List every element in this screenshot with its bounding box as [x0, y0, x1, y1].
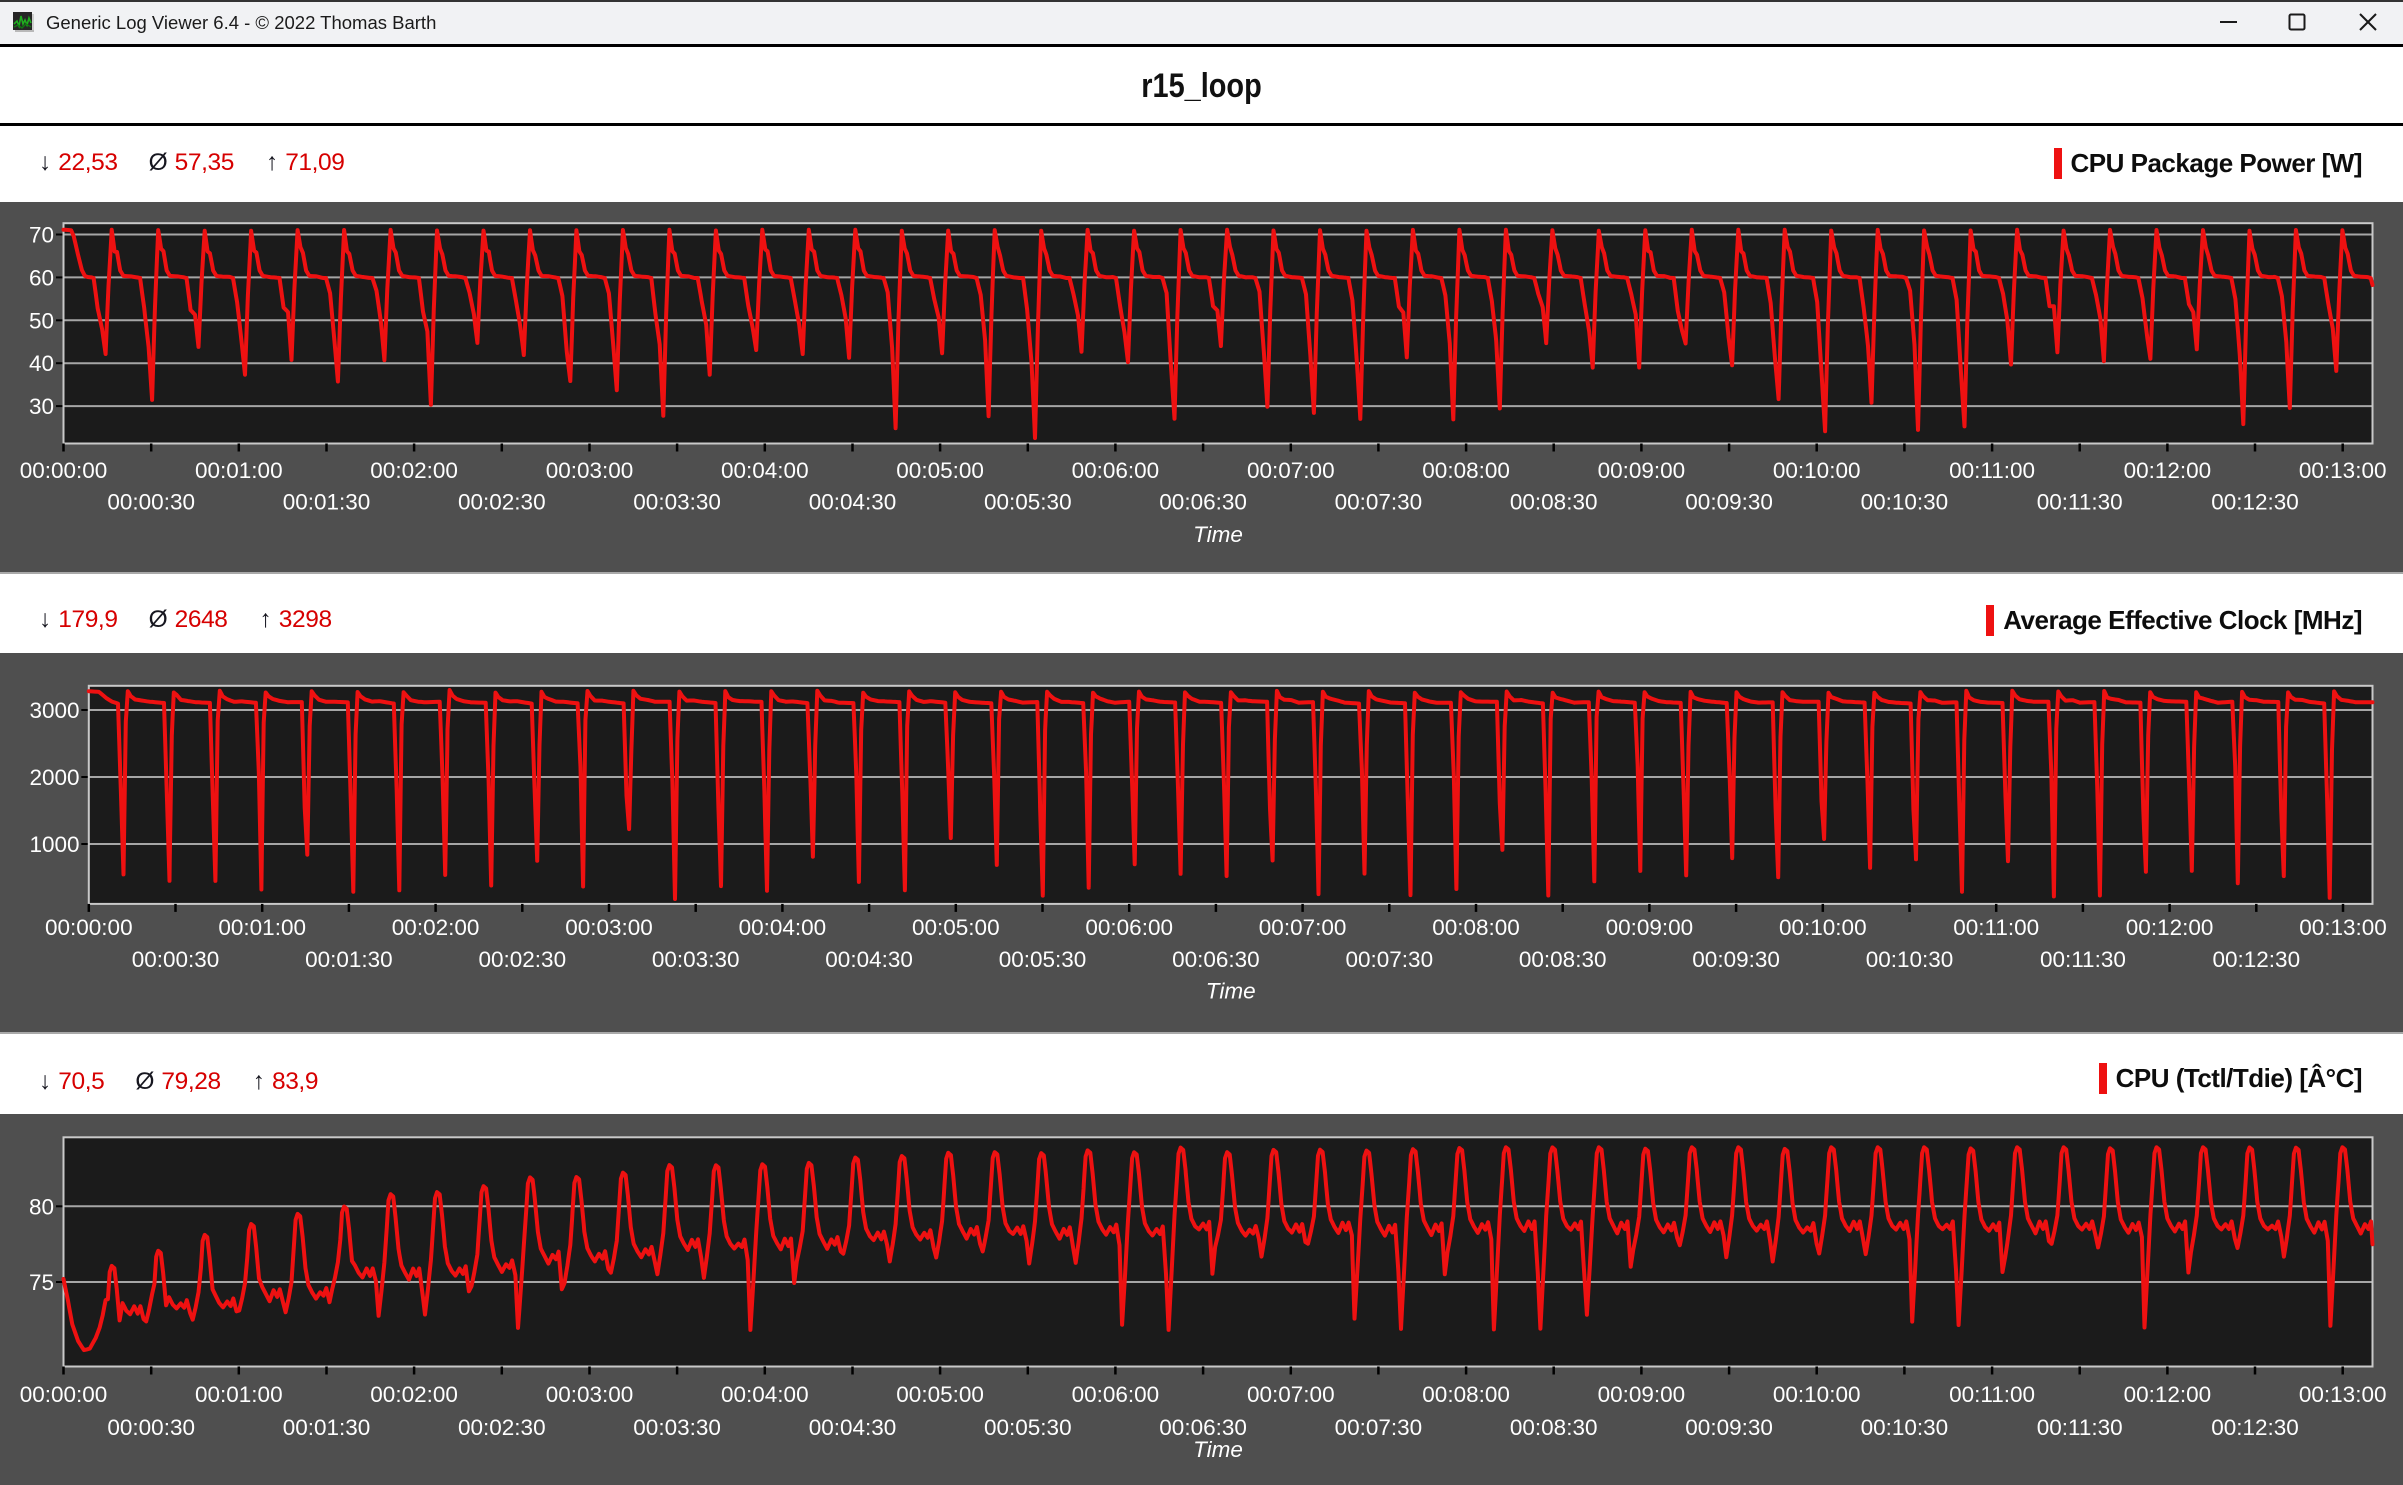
svg-text:00:07:30: 00:07:30 — [1335, 490, 1423, 515]
svg-text:00:07:30: 00:07:30 — [1335, 1415, 1423, 1440]
svg-text:80: 80 — [29, 1194, 54, 1219]
svg-text:00:00:30: 00:00:30 — [132, 947, 220, 972]
svg-text:00:09:30: 00:09:30 — [1685, 490, 1773, 515]
svg-text:00:01:30: 00:01:30 — [283, 490, 371, 515]
svg-text:00:09:30: 00:09:30 — [1685, 1415, 1773, 1440]
svg-text:00:00:00: 00:00:00 — [20, 458, 108, 483]
svg-text:00:12:30: 00:12:30 — [2211, 1415, 2299, 1440]
svg-text:Time: Time — [1206, 979, 1256, 1004]
svg-text:00:13:00: 00:13:00 — [2299, 1382, 2387, 1407]
svg-text:00:03:00: 00:03:00 — [546, 1382, 634, 1407]
svg-text:00:09:30: 00:09:30 — [1692, 947, 1780, 972]
svg-text:00:10:30: 00:10:30 — [1866, 947, 1954, 972]
svg-text:00:12:30: 00:12:30 — [2211, 490, 2299, 515]
svg-text:00:05:00: 00:05:00 — [896, 1382, 984, 1407]
svg-text:00:04:00: 00:04:00 — [721, 458, 809, 483]
svg-text:00:10:30: 00:10:30 — [1861, 490, 1949, 515]
svg-text:00:10:00: 00:10:00 — [1773, 1382, 1861, 1407]
svg-text:00:09:00: 00:09:00 — [1598, 458, 1686, 483]
svg-text:00:10:00: 00:10:00 — [1779, 915, 1867, 940]
svg-text:00:07:00: 00:07:00 — [1259, 915, 1347, 940]
svg-text:00:03:00: 00:03:00 — [546, 458, 634, 483]
svg-text:00:03:30: 00:03:30 — [633, 490, 721, 515]
svg-text:00:00:00: 00:00:00 — [45, 915, 133, 940]
svg-text:00:08:00: 00:08:00 — [1422, 1382, 1510, 1407]
svg-text:00:01:00: 00:01:00 — [218, 915, 306, 940]
svg-text:00:02:30: 00:02:30 — [479, 947, 567, 972]
svg-text:00:08:00: 00:08:00 — [1422, 458, 1510, 483]
svg-text:Time: Time — [1193, 1437, 1243, 1462]
svg-text:00:12:00: 00:12:00 — [2124, 458, 2212, 483]
svg-text:3000: 3000 — [29, 698, 79, 723]
svg-text:00:13:00: 00:13:00 — [2299, 915, 2387, 940]
svg-text:00:09:00: 00:09:00 — [1606, 915, 1694, 940]
svg-text:70: 70 — [29, 223, 54, 248]
svg-text:00:05:00: 00:05:00 — [896, 458, 984, 483]
svg-text:00:02:30: 00:02:30 — [458, 1415, 546, 1440]
svg-text:00:06:00: 00:06:00 — [1072, 1382, 1160, 1407]
svg-text:00:08:00: 00:08:00 — [1432, 915, 1520, 940]
svg-text:00:05:00: 00:05:00 — [912, 915, 1000, 940]
svg-text:Time: Time — [1193, 522, 1243, 547]
svg-text:2000: 2000 — [29, 765, 79, 790]
svg-text:00:08:30: 00:08:30 — [1519, 947, 1607, 972]
svg-text:00:03:00: 00:03:00 — [565, 915, 653, 940]
svg-text:00:04:30: 00:04:30 — [825, 947, 913, 972]
svg-text:00:12:30: 00:12:30 — [2213, 947, 2301, 972]
svg-text:00:08:30: 00:08:30 — [1510, 1415, 1598, 1440]
svg-text:00:04:00: 00:04:00 — [739, 915, 827, 940]
svg-text:00:03:30: 00:03:30 — [633, 1415, 721, 1440]
svg-text:00:12:00: 00:12:00 — [2124, 1382, 2212, 1407]
svg-text:00:00:30: 00:00:30 — [107, 490, 195, 515]
svg-text:00:09:00: 00:09:00 — [1598, 1382, 1686, 1407]
svg-text:00:05:30: 00:05:30 — [999, 947, 1087, 972]
svg-text:00:03:30: 00:03:30 — [652, 947, 740, 972]
svg-text:00:02:00: 00:02:00 — [370, 1382, 458, 1407]
svg-text:00:00:00: 00:00:00 — [20, 1382, 108, 1407]
svg-text:50: 50 — [29, 308, 54, 333]
svg-text:75: 75 — [29, 1270, 54, 1295]
svg-text:00:02:30: 00:02:30 — [458, 490, 546, 515]
svg-text:00:11:00: 00:11:00 — [1953, 915, 2039, 940]
svg-text:00:05:30: 00:05:30 — [984, 1415, 1072, 1440]
svg-text:00:01:00: 00:01:00 — [195, 458, 283, 483]
svg-text:00:07:00: 00:07:00 — [1247, 1382, 1335, 1407]
svg-text:00:13:00: 00:13:00 — [2299, 458, 2387, 483]
svg-text:00:02:00: 00:02:00 — [392, 915, 480, 940]
svg-text:00:05:30: 00:05:30 — [984, 490, 1072, 515]
svg-text:00:10:30: 00:10:30 — [1861, 1415, 1949, 1440]
svg-text:00:04:30: 00:04:30 — [809, 490, 897, 515]
svg-text:00:02:00: 00:02:00 — [370, 458, 458, 483]
svg-text:00:07:00: 00:07:00 — [1247, 458, 1335, 483]
svg-text:00:08:30: 00:08:30 — [1510, 490, 1598, 515]
svg-text:00:06:30: 00:06:30 — [1172, 947, 1260, 972]
svg-text:00:06:00: 00:06:00 — [1072, 458, 1160, 483]
svg-text:00:10:00: 00:10:00 — [1773, 458, 1861, 483]
svg-text:00:04:30: 00:04:30 — [809, 1415, 897, 1440]
svg-text:00:04:00: 00:04:00 — [721, 1382, 809, 1407]
svg-text:00:12:00: 00:12:00 — [2126, 915, 2214, 940]
svg-text:00:11:00: 00:11:00 — [1949, 1382, 2035, 1407]
svg-text:00:06:00: 00:06:00 — [1085, 915, 1173, 940]
svg-text:00:11:30: 00:11:30 — [2037, 490, 2123, 515]
svg-text:00:01:00: 00:01:00 — [195, 1382, 283, 1407]
svg-text:00:01:30: 00:01:30 — [305, 947, 393, 972]
svg-text:00:11:30: 00:11:30 — [2037, 1415, 2123, 1440]
svg-text:30: 30 — [29, 394, 54, 419]
svg-text:1000: 1000 — [29, 832, 79, 857]
svg-text:00:00:30: 00:00:30 — [107, 1415, 195, 1440]
svg-text:00:11:30: 00:11:30 — [2040, 947, 2126, 972]
svg-text:00:07:30: 00:07:30 — [1346, 947, 1434, 972]
svg-text:00:01:30: 00:01:30 — [283, 1415, 371, 1440]
svg-text:60: 60 — [29, 265, 54, 290]
svg-text:00:11:00: 00:11:00 — [1949, 458, 2035, 483]
svg-text:00:06:30: 00:06:30 — [1159, 490, 1247, 515]
svg-text:40: 40 — [29, 351, 54, 376]
